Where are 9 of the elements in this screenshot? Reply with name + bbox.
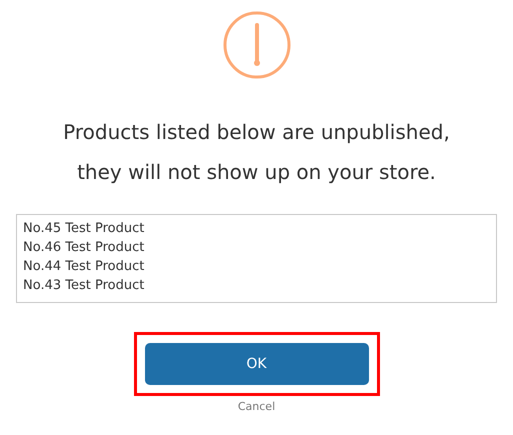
message-text: Products listed below are unpublished, bbox=[62, 119, 451, 146]
product-name: No.44 Test Product bbox=[23, 258, 146, 276]
product-name: No.43 Test Product bbox=[23, 277, 146, 295]
product-name: No.45 Test Product bbox=[23, 220, 146, 238]
ok-button[interactable]: OK bbox=[144, 343, 368, 385]
cancel-link[interactable]: Cancel bbox=[238, 399, 276, 416]
warning-icon bbox=[222, 10, 292, 80]
message-text: they will not show up on your store. bbox=[76, 159, 437, 186]
product-name: No.46 Test Product bbox=[23, 239, 146, 257]
